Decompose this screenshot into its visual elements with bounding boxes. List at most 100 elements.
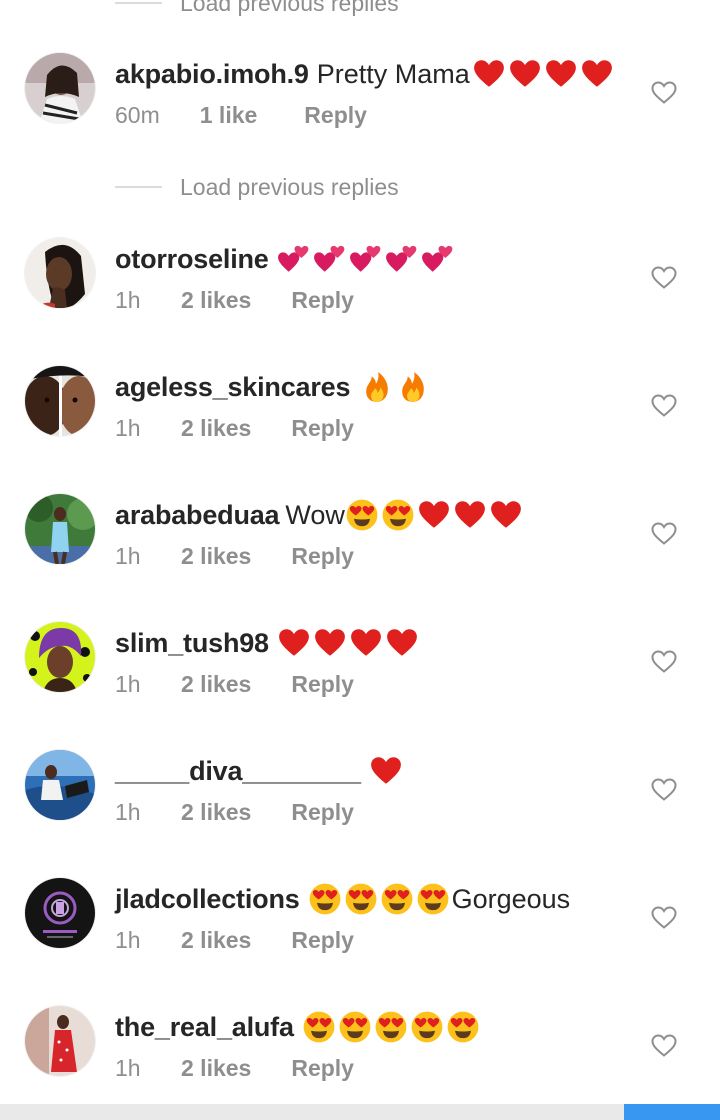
heart-eyes-icon [447, 1011, 479, 1043]
fire-icon [402, 372, 425, 402]
heart-eyes-icon [346, 499, 378, 531]
heart-outline-icon[interactable] [651, 650, 677, 674]
heart-outline-icon[interactable] [651, 522, 677, 546]
heart-eyes-icon [417, 883, 448, 915]
comment-time: 1h [115, 1055, 141, 1081]
comment-emojis [369, 754, 403, 788]
comment-item: the_real_alufa 1h 2 likes Reply [0, 1006, 720, 1106]
red-heart-icon [279, 629, 309, 656]
comment-item: _____diva________ 1h 2 likes Reply [0, 750, 720, 850]
comment-username[interactable]: jladcollections [115, 880, 300, 918]
heart-outline-icon[interactable] [651, 81, 677, 105]
divider-line [115, 186, 162, 188]
comment-text: Wow [285, 500, 345, 530]
comment-meta: 1h 2 likes Reply [115, 671, 354, 698]
comment-username[interactable]: akpabio.imoh.9 [115, 55, 309, 93]
comment-likes[interactable]: 2 likes [181, 415, 251, 442]
comment-line: ageless_skincares [115, 368, 430, 406]
comment-line: the_real_alufa [115, 1008, 480, 1046]
red-heart-icon [370, 757, 401, 784]
avatar[interactable] [25, 622, 95, 692]
comment-likes[interactable]: 2 likes [181, 799, 251, 826]
reply-button[interactable]: Reply [291, 799, 354, 826]
comment-meta: 1h 2 likes Reply [115, 1055, 354, 1082]
two-hearts-icon [349, 245, 380, 272]
comment-likes[interactable]: 2 likes [181, 1055, 251, 1082]
avatar[interactable] [25, 53, 95, 123]
red-heart-icon [387, 629, 417, 656]
comment-time: 1h [115, 799, 141, 825]
comment-username[interactable]: _____diva________ [115, 752, 361, 790]
red-heart-icon [581, 60, 612, 87]
comment-time: 1h [115, 415, 141, 441]
comment-username[interactable]: the_real_alufa [115, 1008, 294, 1046]
comment-line: slim_tush98 [115, 624, 419, 662]
heart-eyes-icon [309, 883, 340, 915]
comment-meta: 1h 2 likes Reply [115, 415, 354, 442]
heart-eyes-icon [339, 1011, 371, 1043]
red-heart-icon [351, 629, 381, 656]
avatar[interactable] [25, 366, 95, 436]
avatar[interactable] [25, 750, 95, 820]
reply-button[interactable]: Reply [291, 671, 354, 698]
comment-likes[interactable]: 2 likes [181, 927, 251, 954]
comment-emojis [472, 57, 614, 91]
comment-likes[interactable]: 2 likes [181, 287, 251, 314]
load-previous-replies[interactable]: Load previous replies [115, 172, 399, 202]
heart-eyes-icon [381, 883, 412, 915]
comment-likes[interactable]: 1 like [200, 102, 258, 129]
two-hearts-icon [277, 245, 308, 272]
comment-time: 1h [115, 543, 141, 569]
heart-eyes-icon [345, 883, 376, 915]
comment-time: 1h [115, 671, 141, 697]
comment-likes[interactable]: 2 likes [181, 671, 251, 698]
load-previous-replies-label: Load previous replies [180, 173, 399, 200]
comment-username[interactable]: otorroseline [115, 240, 269, 278]
comment-username[interactable]: ageless_skincares [115, 368, 350, 406]
avatar[interactable] [25, 238, 95, 308]
comment-text: Gorgeous [451, 884, 571, 914]
comment-time: 60m [115, 102, 160, 128]
comment-item: otorroseline 1h 2 likes Reply [0, 238, 720, 338]
comment-emojis [345, 498, 523, 532]
reply-button[interactable]: Reply [291, 415, 354, 442]
load-previous-replies-top[interactable]: Load previous replies [115, 0, 399, 18]
comment-meta: 1h 2 likes Reply [115, 287, 354, 314]
heart-outline-icon[interactable] [651, 1034, 677, 1058]
post-button-edge[interactable] [624, 1104, 720, 1120]
avatar[interactable] [25, 878, 95, 948]
red-heart-icon [473, 60, 504, 87]
fire-icon [366, 372, 389, 402]
red-heart-icon [491, 501, 521, 528]
comment-username[interactable]: slim_tush98 [115, 624, 269, 662]
comment-emojis [277, 626, 419, 660]
heart-outline-icon[interactable] [651, 394, 677, 418]
heart-eyes-icon [375, 1011, 407, 1043]
reply-button[interactable]: Reply [304, 102, 367, 129]
comment-username[interactable]: arababeduaa [115, 496, 280, 534]
avatar[interactable] [25, 494, 95, 564]
comment-meta: 1h 2 likes Reply [115, 927, 354, 954]
reply-button[interactable]: Reply [291, 543, 354, 570]
comment-likes[interactable]: 2 likes [181, 543, 251, 570]
red-heart-icon [455, 501, 485, 528]
heart-outline-icon[interactable] [651, 906, 677, 930]
comment-item: arababeduaa Wow 1h 2 likes Reply [0, 494, 720, 594]
comment-emojis [302, 1010, 480, 1044]
red-heart-icon [545, 60, 576, 87]
reply-button[interactable]: Reply [291, 1055, 354, 1082]
avatar[interactable] [25, 1006, 95, 1076]
comment-emojis [360, 370, 430, 404]
heart-outline-icon[interactable] [651, 266, 677, 290]
comment-emojis [277, 242, 455, 276]
reply-button[interactable]: Reply [291, 287, 354, 314]
comment-line: otorroseline [115, 240, 455, 278]
red-heart-icon [419, 501, 449, 528]
two-hearts-icon [385, 245, 416, 272]
comment-line: arababeduaa Wow [115, 496, 523, 534]
comment-text: Pretty Mama [316, 59, 470, 89]
heart-outline-icon[interactable] [651, 778, 677, 802]
comment-emojis [308, 882, 450, 916]
reply-button[interactable]: Reply [291, 927, 354, 954]
comment-time: 1h [115, 927, 141, 953]
